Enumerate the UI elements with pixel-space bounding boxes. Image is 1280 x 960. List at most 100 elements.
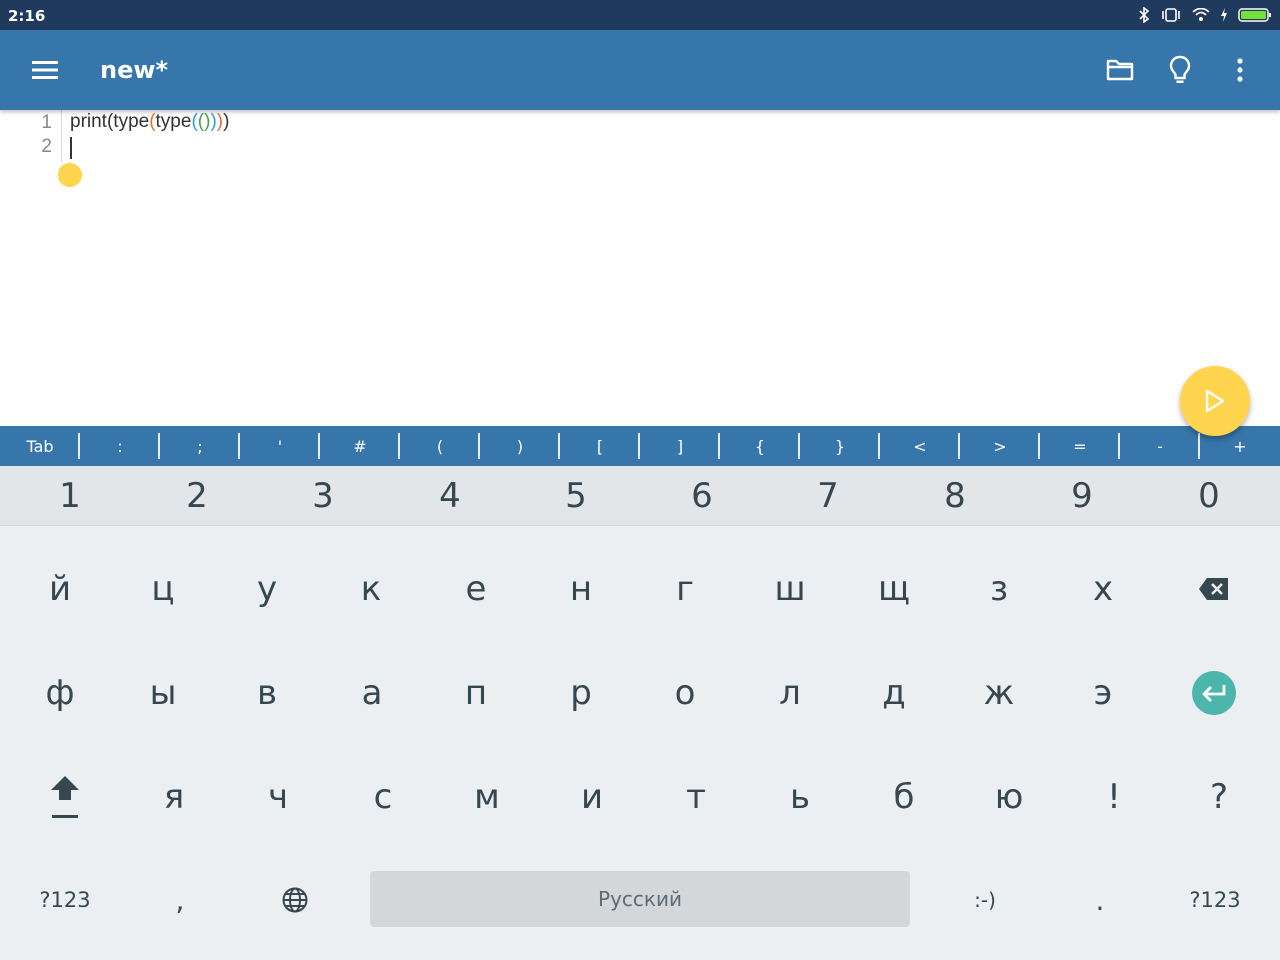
number-key[interactable]: 5: [513, 466, 639, 526]
letter-key[interactable]: ы: [111, 648, 215, 738]
battery-icon: [1238, 7, 1272, 23]
symbol-key[interactable]: #: [320, 426, 400, 466]
more-vert-icon: [1237, 58, 1243, 82]
symbol-key[interactable]: }: [800, 426, 880, 466]
number-key[interactable]: 3: [260, 466, 386, 526]
letter-key[interactable]: ?: [1167, 752, 1271, 842]
letter-key[interactable]: д: [842, 648, 946, 738]
letter-key[interactable]: б: [852, 752, 956, 842]
backspace-key[interactable]: [1162, 544, 1266, 634]
symbol-key[interactable]: -: [1120, 426, 1200, 466]
overflow-menu-button[interactable]: [1220, 50, 1260, 90]
app-bar: new*: [0, 30, 1280, 110]
code-editor[interactable]: 1 2 print(type(type(()))): [0, 110, 1280, 426]
language-key[interactable]: [245, 870, 345, 930]
letter-key[interactable]: а: [320, 648, 424, 738]
soft-keyboard: 1234567890 йцукенгшщзх фывапролджэ ячсмить…: [0, 466, 1280, 960]
letter-key[interactable]: г: [633, 544, 737, 634]
open-folder-button[interactable]: [1100, 50, 1140, 90]
cursor-handle-icon: [57, 162, 83, 187]
cursor-handle[interactable]: [57, 162, 83, 188]
symbol-key-label: ]: [676, 436, 684, 456]
letter-key[interactable]: н: [529, 544, 633, 634]
symbol-key[interactable]: >: [960, 426, 1040, 466]
letter-key[interactable]: в: [215, 648, 319, 738]
letter-key[interactable]: е: [424, 544, 528, 634]
symbols-key-left[interactable]: ?123: [10, 870, 120, 930]
symbol-key[interactable]: (: [400, 426, 480, 466]
text-cursor: [70, 137, 72, 159]
number-key[interactable]: 0: [1146, 466, 1272, 526]
symbols-key-right[interactable]: ?123: [1160, 870, 1270, 930]
symbol-key[interactable]: <: [880, 426, 960, 466]
number-key[interactable]: 2: [134, 466, 260, 526]
symbol-key[interactable]: ]: [640, 426, 720, 466]
status-time: 2:16: [8, 7, 46, 25]
code-line-1: print(type(type(()))): [70, 110, 229, 134]
menu-button[interactable]: [22, 52, 68, 88]
letter-key[interactable]: о: [633, 648, 737, 738]
letter-key[interactable]: м: [435, 752, 539, 842]
code-token: print(type: [70, 111, 150, 132]
symbol-key-label: +: [1233, 436, 1247, 456]
letter-key[interactable]: й: [8, 544, 112, 634]
letter-key[interactable]: к: [319, 544, 423, 634]
space-key[interactable]: Русский: [370, 871, 910, 927]
letter-key[interactable]: я: [122, 752, 226, 842]
symbol-key-label: -: [1157, 436, 1163, 456]
letter-key[interactable]: ь: [748, 752, 852, 842]
globe-icon: [282, 887, 308, 913]
number-key[interactable]: 6: [639, 466, 765, 526]
letter-key[interactable]: ш: [738, 544, 842, 634]
symbol-key[interactable]: :: [80, 426, 160, 466]
number-key[interactable]: 8: [892, 466, 1018, 526]
letter-key[interactable]: х: [1051, 544, 1155, 634]
symbol-key-label: }: [834, 436, 846, 456]
symbol-key-label: {: [754, 436, 766, 456]
symbol-key[interactable]: {: [720, 426, 800, 466]
letter-key[interactable]: и: [540, 752, 644, 842]
emoticon-key[interactable]: :-): [935, 870, 1035, 930]
symbol-key[interactable]: Tab: [0, 426, 80, 466]
number-key[interactable]: 1: [7, 466, 133, 526]
letter-key[interactable]: л: [738, 648, 842, 738]
enter-key-circle: [1192, 671, 1236, 715]
symbol-key[interactable]: =: [1040, 426, 1120, 466]
shift-key[interactable]: [13, 752, 117, 842]
backspace-icon: [1199, 578, 1228, 600]
letter-key[interactable]: ф: [8, 648, 112, 738]
symbol-key[interactable]: ': [240, 426, 320, 466]
letter-key[interactable]: ч: [226, 752, 330, 842]
symbol-key-label: [: [596, 436, 604, 456]
letter-key[interactable]: з: [947, 544, 1051, 634]
letter-key[interactable]: ц: [111, 544, 215, 634]
number-key[interactable]: 4: [387, 466, 513, 526]
enter-key[interactable]: [1162, 648, 1266, 738]
run-button[interactable]: [1180, 366, 1250, 436]
period-key[interactable]: .: [1050, 870, 1150, 930]
status-icons: [1138, 6, 1272, 24]
letter-key[interactable]: р: [529, 648, 633, 738]
letter-key[interactable]: п: [424, 648, 528, 738]
number-key[interactable]: 7: [765, 466, 891, 526]
code-token: type: [155, 111, 192, 132]
symbol-key-label: (: [436, 436, 444, 456]
letter-key[interactable]: э: [1051, 648, 1155, 738]
line-number: 1: [41, 112, 52, 133]
letter-key[interactable]: ю: [957, 752, 1061, 842]
letter-key[interactable]: ж: [947, 648, 1051, 738]
play-icon: [1205, 389, 1225, 413]
comma-key[interactable]: ,: [130, 870, 230, 930]
letter-key[interactable]: !: [1062, 752, 1166, 842]
number-key[interactable]: 9: [1019, 466, 1145, 526]
letter-key[interactable]: с: [331, 752, 435, 842]
letter-key[interactable]: щ: [842, 544, 946, 634]
letter-key[interactable]: т: [644, 752, 748, 842]
symbol-key-label: =: [1073, 436, 1087, 456]
tips-button[interactable]: [1160, 50, 1200, 90]
symbol-key[interactable]: [: [560, 426, 640, 466]
letter-key[interactable]: у: [215, 544, 319, 634]
symbol-key[interactable]: ;: [160, 426, 240, 466]
symbol-key[interactable]: ): [480, 426, 560, 466]
symbol-key-label: #: [353, 436, 367, 456]
